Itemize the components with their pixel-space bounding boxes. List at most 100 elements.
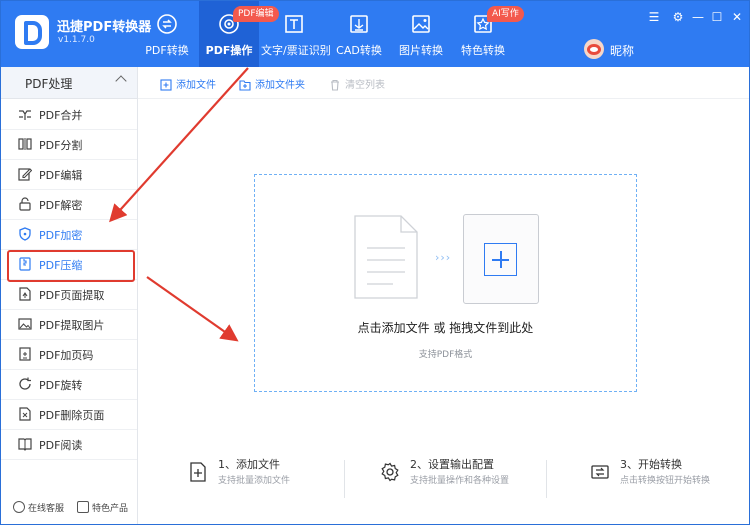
sidebar-item-label: PDF页面提取	[39, 289, 105, 302]
step-desc: 支持批量添加文件	[218, 476, 291, 486]
pdf-logo-icon	[15, 15, 49, 49]
split-icon	[18, 138, 32, 150]
gear-icon[interactable]: ⚙	[671, 10, 685, 24]
page-extract-icon	[19, 287, 31, 301]
app-version: v1.1.7.0	[58, 35, 95, 45]
image-extract-icon	[18, 318, 32, 330]
add-folder-button[interactable]: 添加文件夹	[239, 76, 305, 91]
sidebar-item-page-extract[interactable]: PDF页面提取	[1, 279, 137, 310]
sidebar-item-label: PDF编辑	[39, 169, 83, 182]
step-divider	[546, 460, 547, 498]
start-convert-icon	[591, 465, 609, 479]
add-folder-label: 添加文件夹	[255, 80, 305, 91]
user-nickname[interactable]: 昵称	[610, 42, 634, 59]
add-file-icon	[190, 462, 206, 482]
sidebar-item-split[interactable]: PDF分割	[1, 129, 137, 160]
tab-label: 特色转换	[461, 44, 505, 57]
sidebar-footer: 在线客服 特色产品	[1, 492, 137, 524]
sidebar-item-page-number[interactable]: PDF加页码	[1, 339, 137, 370]
delete-page-icon	[19, 407, 31, 421]
sidebar-header-label: PDF处理	[25, 77, 73, 91]
top-header: 迅捷PDF转换器 v1.1.7.0 PDF转换 PDF操作 PDF编辑 文字/票…	[1, 1, 749, 67]
highlight-box	[7, 250, 135, 282]
sidebar-item-label: PDF分割	[39, 139, 83, 152]
headset-icon	[13, 501, 25, 513]
text-ocr-icon	[285, 15, 303, 33]
sidebar-item-delete-page[interactable]: PDF删除页面	[1, 399, 137, 430]
add-folder-icon	[239, 80, 251, 91]
settings-gear-icon	[381, 462, 399, 482]
sidebar-item-label: PDF阅读	[39, 439, 83, 452]
tab-label: 文字/票证识别	[261, 44, 331, 57]
image-convert-icon	[412, 15, 430, 33]
sidebar-item-decrypt[interactable]: PDF解密	[1, 189, 137, 220]
online-support-link[interactable]: 在线客服	[13, 501, 64, 514]
arrows-icon: ›››	[435, 251, 452, 264]
toolbar: 添加文件 添加文件夹 清空列表	[138, 67, 749, 99]
plus-icon	[484, 243, 517, 276]
sidebar-item-edit[interactable]: PDF编辑	[1, 159, 137, 190]
bag-icon	[77, 501, 89, 513]
pdf-convert-icon	[157, 14, 177, 34]
clear-list-button[interactable]: 清空列表	[329, 76, 385, 91]
sidebar-header[interactable]: PDF处理	[1, 67, 137, 99]
shield-icon	[19, 227, 31, 241]
page-number-icon	[19, 347, 31, 361]
sidebar-item-read[interactable]: PDF阅读	[1, 429, 137, 460]
sidebar-item-merge[interactable]: PDF合并	[1, 99, 137, 130]
document-icon	[354, 215, 418, 299]
dropzone-subtitle: 支持PDF格式	[418, 350, 473, 360]
sidebar-item-label: PDF合并	[39, 109, 83, 122]
sidebar: PDF处理 PDF合并 PDF分割 PDF编辑 PDF解密 PDF加密 PDF压…	[1, 67, 138, 524]
tab-pdf-convert[interactable]: PDF转换	[135, 1, 199, 67]
dropzone-title: 点击添加文件 或 拖拽文件到此处	[357, 321, 534, 335]
steps-bar: 1、添加文件 支持批量添加文件 2、设置输出配置 支持批量操作和各种设置 3、开…	[138, 456, 749, 506]
add-file-button[interactable]: 添加文件	[160, 76, 216, 91]
step-divider	[344, 460, 345, 498]
ai-writing-badge[interactable]: AI写作	[487, 6, 524, 22]
sidebar-item-rotate[interactable]: PDF旋转	[1, 369, 137, 400]
tab-image-convert[interactable]: 图片转换	[393, 1, 449, 67]
featured-products-link[interactable]: 特色产品	[77, 501, 128, 514]
chevron-up-icon	[115, 75, 127, 87]
sidebar-item-label: PDF解密	[39, 199, 83, 212]
step-title: 1、添加文件	[218, 458, 280, 471]
step-desc: 点击转换按钮开始转换	[620, 476, 711, 486]
read-icon	[18, 438, 32, 451]
step-title: 2、设置输出配置	[410, 458, 494, 471]
sidebar-item-label: PDF提取图片	[39, 319, 105, 332]
add-file-icon	[160, 79, 172, 91]
step-desc: 支持批量操作和各种设置	[410, 476, 510, 486]
clear-list-label: 清空列表	[345, 80, 385, 91]
maximize-icon[interactable]: ☐	[710, 10, 724, 24]
avatar[interactable]	[584, 39, 604, 59]
online-support-label: 在线客服	[28, 504, 65, 514]
file-drop-zone[interactable]: ››› 点击添加文件 或 拖拽文件到此处 支持PDF格式	[254, 174, 637, 392]
close-icon[interactable]: ✕	[730, 10, 744, 24]
rotate-icon	[19, 377, 31, 390]
add-card[interactable]	[463, 214, 539, 304]
tab-label: CAD转换	[336, 44, 382, 57]
tab-cad-convert[interactable]: CAD转换	[331, 1, 387, 67]
cad-convert-icon	[350, 15, 368, 33]
sidebar-item-label: PDF加密	[39, 229, 83, 242]
minimize-icon[interactable]: —	[691, 10, 705, 24]
tab-text-ocr[interactable]: 文字/票证识别	[261, 1, 331, 67]
trash-icon	[331, 79, 339, 91]
unlock-icon	[19, 197, 31, 211]
sidebar-item-image-extract[interactable]: PDF提取图片	[1, 309, 137, 340]
tab-label: PDF转换	[145, 44, 189, 57]
app-window: 迅捷PDF转换器 v1.1.7.0 PDF转换 PDF操作 PDF编辑 文字/票…	[0, 0, 750, 525]
sidebar-item-label: PDF旋转	[39, 379, 83, 392]
tab-label: 图片转换	[399, 44, 443, 57]
merge-icon	[19, 110, 31, 120]
sidebar-item-label: PDF加页码	[39, 349, 94, 362]
sidebar-item-label: PDF删除页面	[39, 409, 105, 422]
edit-icon	[18, 168, 32, 181]
menu-icon[interactable]: ☰	[647, 10, 661, 24]
add-file-label: 添加文件	[176, 80, 216, 91]
featured-products-label: 特色产品	[92, 504, 129, 514]
step-title: 3、开始转换	[620, 458, 682, 471]
tab-label: PDF操作	[205, 44, 253, 57]
sidebar-item-encrypt[interactable]: PDF加密	[1, 219, 137, 250]
